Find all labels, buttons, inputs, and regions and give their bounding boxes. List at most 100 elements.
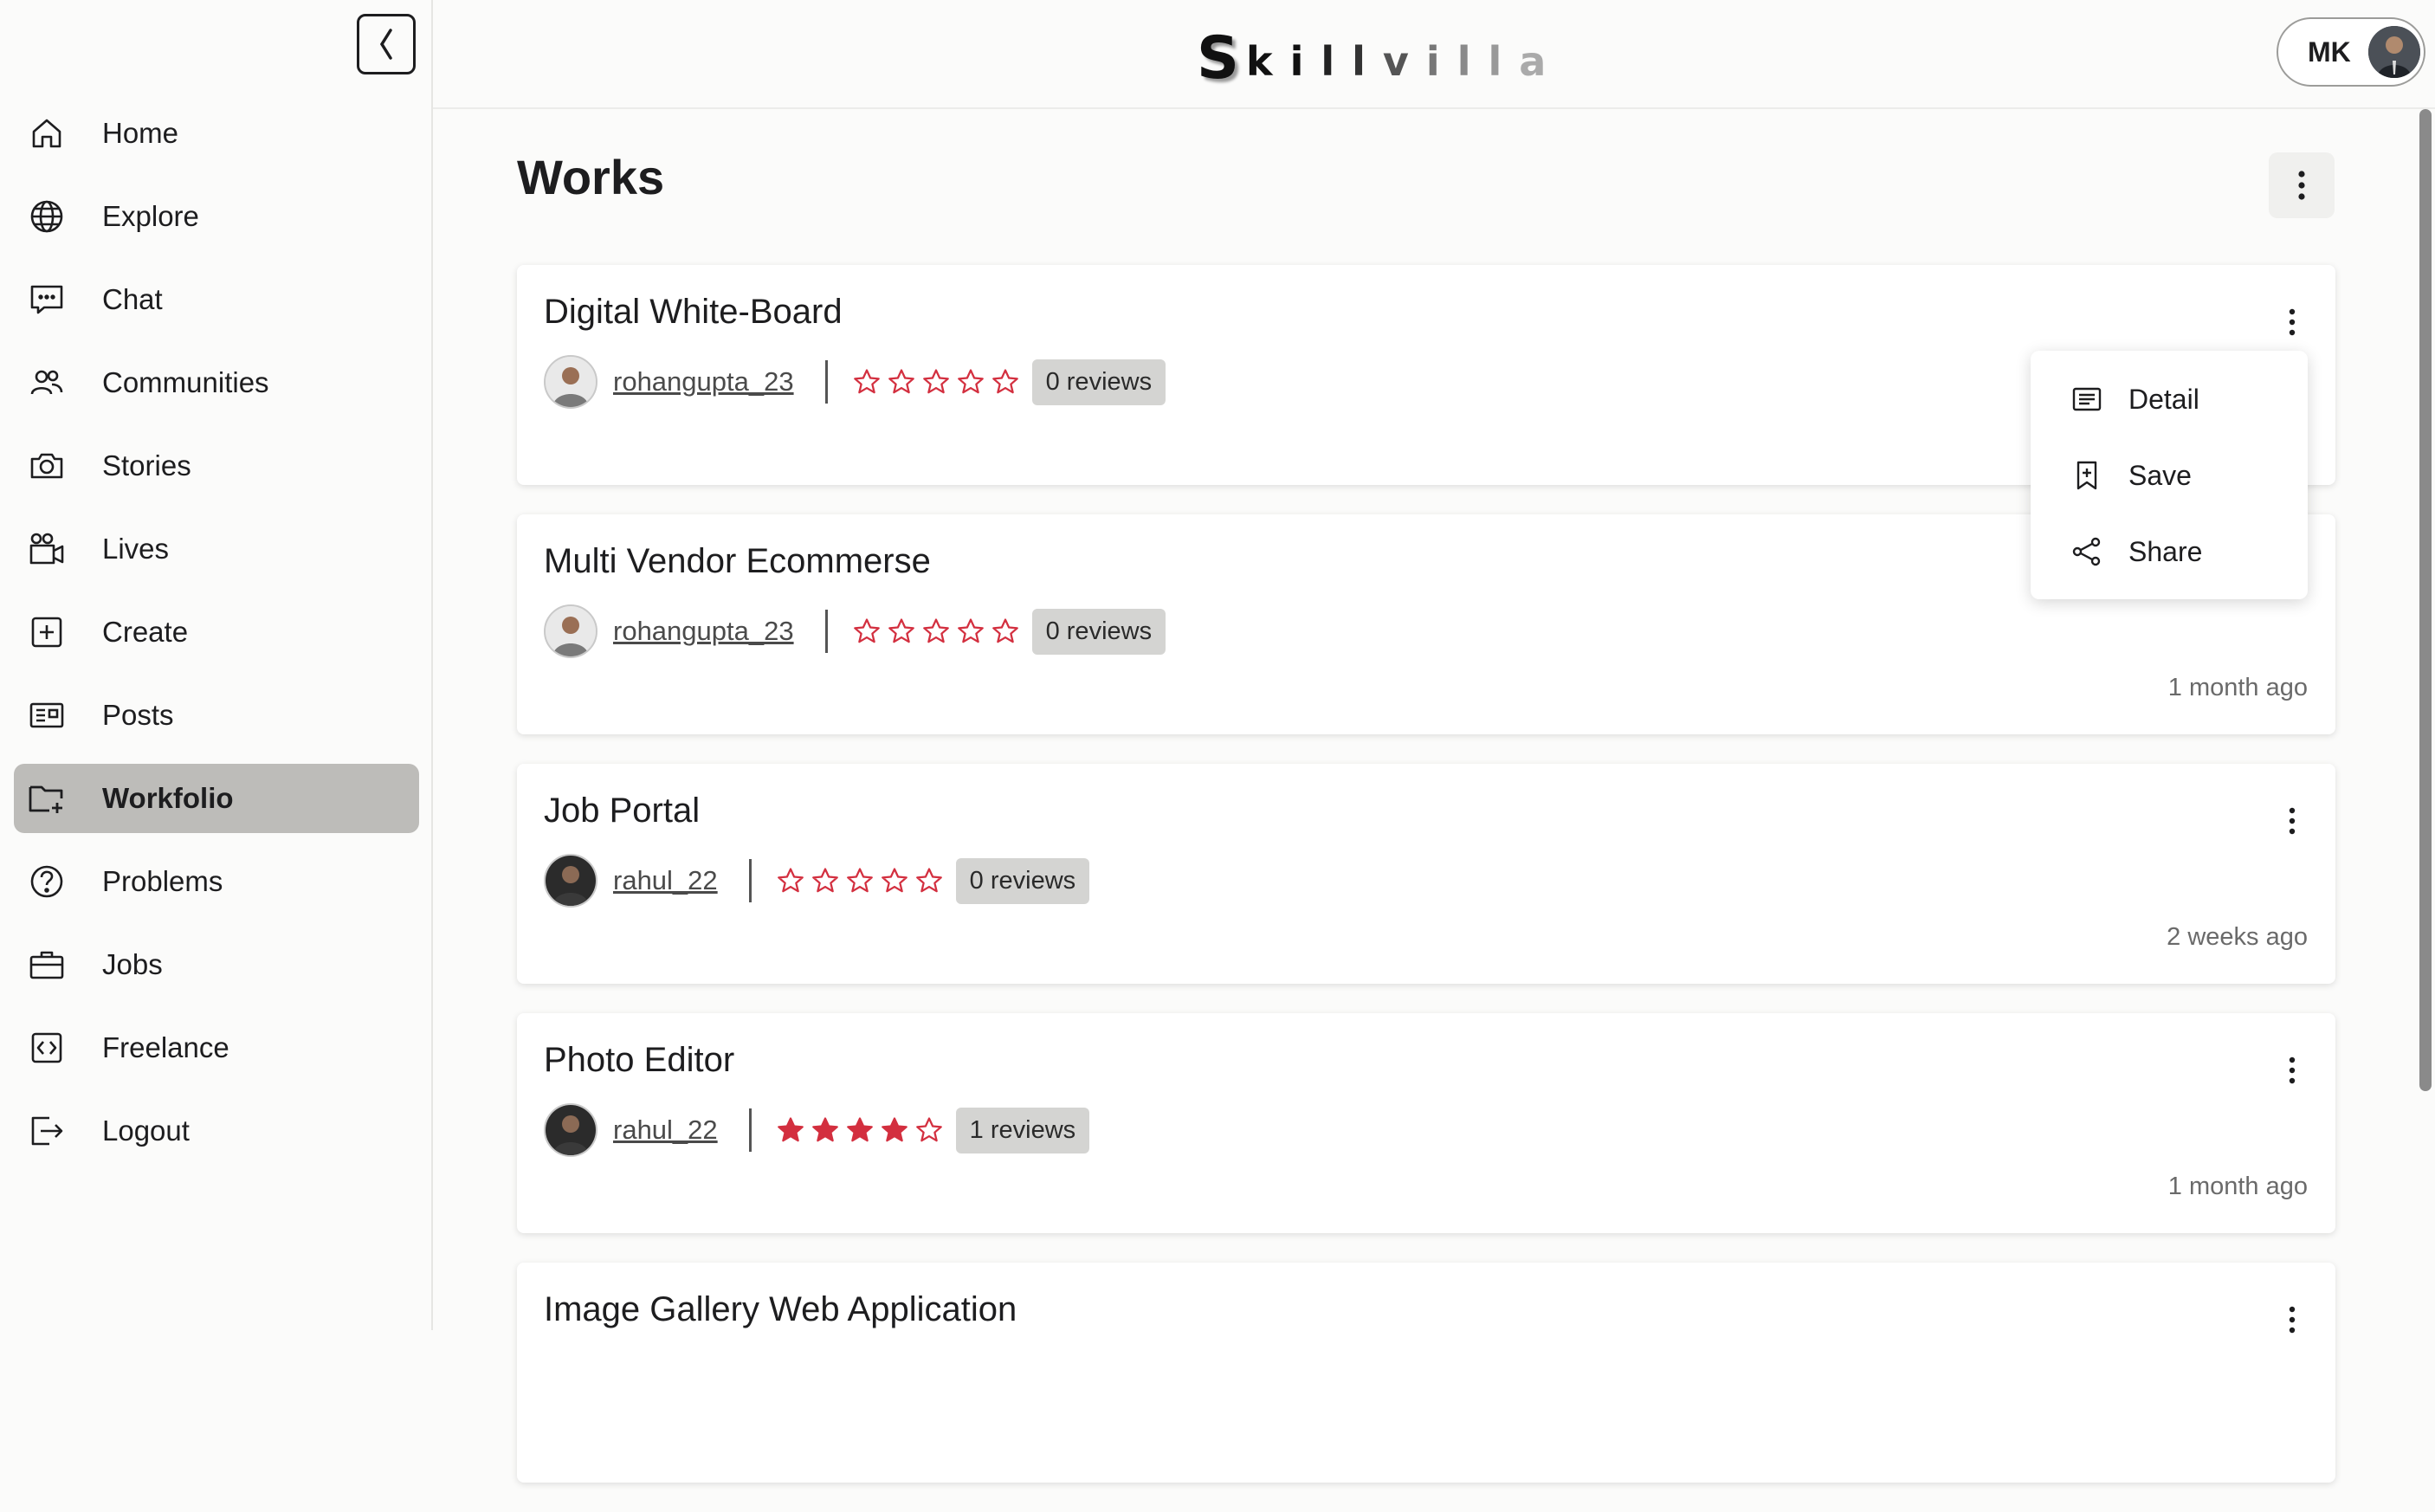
- home-icon: [28, 114, 66, 152]
- menu-item-share[interactable]: Share: [2071, 526, 2202, 578]
- page-scrollbar[interactable]: [2419, 109, 2432, 1091]
- sidebar-item-label: Explore: [102, 200, 199, 232]
- divider: [748, 1108, 752, 1152]
- folder-plus-icon: [28, 779, 66, 817]
- card-more-button[interactable]: [2283, 1053, 2301, 1088]
- work-title[interactable]: Image Gallery Web Application: [544, 1290, 1017, 1329]
- posted-time: 1 month ago: [2167, 1173, 2308, 1200]
- author-avatar[interactable]: [544, 1103, 597, 1157]
- author-username-link[interactable]: rohangupta_23: [613, 366, 794, 397]
- work-title[interactable]: Multi Vendor Ecommerse: [544, 542, 931, 581]
- reviews-badge[interactable]: 0 reviews: [1031, 359, 1166, 405]
- collapse-sidebar-button[interactable]: [357, 14, 416, 74]
- sidebar-item-label: Workfolio: [102, 782, 234, 814]
- star-rating[interactable]: [776, 866, 944, 895]
- work-title[interactable]: Photo Editor: [544, 1041, 734, 1080]
- posted-time: 2 weeks ago: [2167, 923, 2308, 951]
- share-icon: [2072, 537, 2101, 566]
- star-outline-icon: [922, 369, 949, 394]
- sidebar-item-label: Lives: [102, 533, 170, 565]
- work-card[interactable]: Photo Editor rahul_22 1 reviews 1 month ago: [517, 1013, 2335, 1233]
- logo-text: killvilla: [1245, 38, 1564, 86]
- sidebar-item-label: Create: [102, 616, 189, 648]
- page-more-button[interactable]: [2269, 152, 2335, 218]
- sidebar-item-jobs[interactable]: Jobs: [14, 930, 419, 999]
- star-rating[interactable]: [776, 1115, 944, 1145]
- work-meta: rahul_22 1 reviews: [544, 1102, 1090, 1159]
- sidebar-item-freelance[interactable]: Freelance: [14, 1013, 419, 1082]
- posted-time: 1 month ago: [2167, 674, 2308, 701]
- header: S killvilla MK: [433, 0, 2435, 109]
- more-vertical-icon: [2289, 1056, 2296, 1084]
- sidebar-item-workfolio[interactable]: Workfolio: [14, 764, 419, 833]
- reviews-badge[interactable]: 0 reviews: [955, 857, 1090, 904]
- users-icon: [28, 364, 66, 402]
- author-avatar[interactable]: [544, 854, 597, 908]
- star-rating[interactable]: [852, 367, 1020, 397]
- divider: [824, 360, 828, 404]
- work-card[interactable]: Job Portal rahul_22 0 reviews 2 weeks ago: [517, 764, 2335, 984]
- star-outline-icon: [811, 868, 838, 893]
- star-filled-icon: [811, 1117, 838, 1142]
- work-card[interactable]: Image Gallery Web Application: [517, 1263, 2335, 1483]
- chat-icon: [28, 281, 66, 319]
- sidebar-item-label: Logout: [102, 1115, 190, 1147]
- star-rating[interactable]: [852, 617, 1020, 646]
- user-initials: MK: [2308, 36, 2351, 68]
- camera-icon: [28, 447, 66, 485]
- author-username-link[interactable]: rahul_22: [613, 1115, 718, 1146]
- sidebar-item-label: Home: [102, 117, 179, 149]
- star-outline-icon: [853, 369, 880, 394]
- skillvilla-logo[interactable]: S killvilla: [1197, 28, 1563, 88]
- star-outline-icon: [881, 868, 907, 893]
- star-outline-icon: [846, 868, 873, 893]
- star-outline-icon: [777, 868, 804, 893]
- sidebar-item-communities[interactable]: Communities: [14, 348, 419, 417]
- card-options-menu: Detail Save Share: [2031, 351, 2308, 599]
- star-filled-icon: [846, 1117, 873, 1142]
- menu-item-detail[interactable]: Detail: [2071, 373, 2199, 425]
- sidebar-item-problems[interactable]: Problems: [14, 847, 419, 916]
- divider: [824, 610, 828, 653]
- video-icon: [28, 530, 66, 568]
- sidebar-item-chat[interactable]: Chat: [14, 265, 419, 334]
- globe-icon: [28, 197, 66, 236]
- sidebar-item-create[interactable]: Create: [14, 598, 419, 667]
- more-vertical-icon: [2289, 1306, 2296, 1334]
- card-more-button[interactable]: [2283, 1302, 2301, 1337]
- work-meta: rahul_22 0 reviews: [544, 852, 1090, 909]
- sidebar-item-home[interactable]: Home: [14, 99, 419, 168]
- sidebar-nav: Home Explore Chat Communities Stories Li…: [14, 99, 419, 1179]
- sidebar-item-lives[interactable]: Lives: [14, 514, 419, 584]
- work-title[interactable]: Digital White-Board: [544, 293, 843, 332]
- user-avatar: [2367, 26, 2420, 78]
- card-more-button[interactable]: [2283, 804, 2301, 838]
- author-avatar[interactable]: [544, 604, 597, 658]
- briefcase-icon: [28, 946, 66, 984]
- author-avatar[interactable]: [544, 355, 597, 409]
- sidebar-item-stories[interactable]: Stories: [14, 431, 419, 501]
- star-outline-icon: [915, 1117, 942, 1142]
- question-circle-icon: [28, 863, 66, 901]
- logout-icon: [28, 1112, 66, 1150]
- reviews-badge[interactable]: 1 reviews: [955, 1107, 1090, 1153]
- work-meta: rohangupta_23 0 reviews: [544, 603, 1166, 660]
- author-username-link[interactable]: rahul_22: [613, 865, 718, 896]
- star-outline-icon: [888, 618, 914, 643]
- user-menu-button[interactable]: MK: [2277, 17, 2425, 87]
- sidebar-item-logout[interactable]: Logout: [14, 1096, 419, 1166]
- work-meta: rohangupta_23 0 reviews: [544, 353, 1166, 410]
- more-vertical-icon: [2289, 308, 2296, 336]
- star-outline-icon: [991, 369, 1018, 394]
- star-outline-icon: [957, 618, 984, 643]
- page-title: Works: [517, 150, 665, 204]
- menu-item-save[interactable]: Save: [2071, 449, 2192, 501]
- star-outline-icon: [915, 868, 942, 893]
- card-more-button[interactable]: [2283, 305, 2301, 339]
- reviews-badge[interactable]: 0 reviews: [1031, 608, 1166, 655]
- sidebar-item-label: Problems: [102, 865, 223, 897]
- sidebar-item-posts[interactable]: Posts: [14, 681, 419, 750]
- sidebar-item-explore[interactable]: Explore: [14, 182, 419, 251]
- work-title[interactable]: Job Portal: [544, 792, 700, 830]
- author-username-link[interactable]: rohangupta_23: [613, 616, 794, 647]
